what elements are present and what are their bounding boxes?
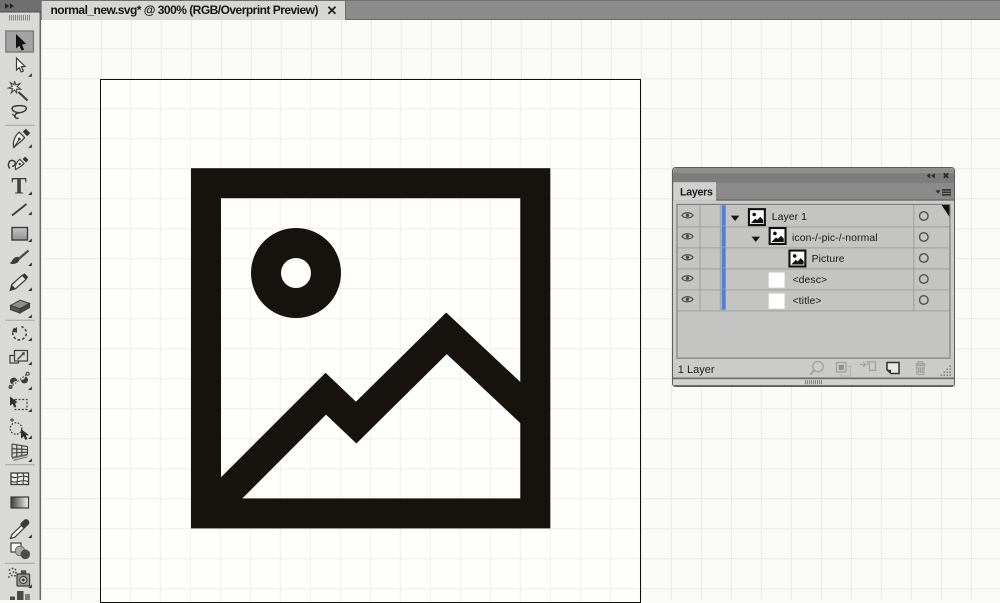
svg-text:1 Layer: 1 Layer <box>678 364 715 376</box>
svg-text:T: T <box>11 173 26 198</box>
svg-text:<title>: <title> <box>793 296 822 307</box>
svg-text:Layers: Layers <box>680 187 713 199</box>
svg-text:<desc>: <desc> <box>793 275 828 286</box>
svg-text:icon-/-pic-/-normal: icon-/-pic-/-normal <box>792 233 878 244</box>
svg-text:Picture: Picture <box>812 254 845 265</box>
svg-text:Layer 1: Layer 1 <box>772 212 807 223</box>
